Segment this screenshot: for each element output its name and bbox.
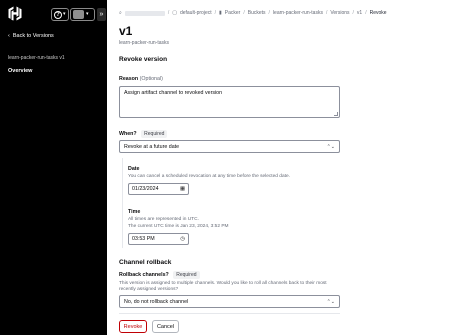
rollback-select[interactable]: No, do not rollback channel ⌃⌄ xyxy=(119,295,340,308)
breadcrumb-item[interactable]: Packer xyxy=(225,10,241,16)
when-select[interactable]: Revoke at a future date ⌃⌄ xyxy=(119,140,340,153)
back-link-label: Back to Versions xyxy=(12,33,54,39)
breadcrumb-org-redacted[interactable] xyxy=(124,10,165,16)
sidebar-toggle-button[interactable]: » xyxy=(97,8,106,21)
when-select-value: Revoke at a future date xyxy=(124,143,180,150)
breadcrumb-item[interactable]: Versions xyxy=(330,10,349,16)
when-label: When? Required xyxy=(119,130,168,138)
optional-tag: (Optional) xyxy=(139,76,163,82)
clock-icon[interactable]: ◷ xyxy=(180,236,185,242)
resize-handle[interactable] xyxy=(334,112,338,116)
time-helper-utc: All times are represented in UTC. xyxy=(128,217,199,222)
revoke-section-title: Revoke version xyxy=(119,56,168,63)
chevron-down-icon: ▾ xyxy=(86,11,89,17)
sidebar-item-overview[interactable]: Overview xyxy=(8,68,32,74)
indent-divider xyxy=(122,158,123,248)
date-helper: You can cancel a scheduled revocation at… xyxy=(128,174,290,179)
rollback-helper-2: recently assigned versions? xyxy=(119,287,179,292)
calendar-icon[interactable]: ▦ xyxy=(180,186,185,192)
sidebar: ? ▾ ▾ » ‹ Back to Versions learn-packer-… xyxy=(0,0,107,335)
date-input[interactable]: 01/23/2024 ▦ xyxy=(128,183,189,195)
folder-icon: ▢ xyxy=(172,10,177,16)
page-title: v1 xyxy=(119,24,133,38)
date-label: Date xyxy=(128,166,140,172)
breadcrumb: ⌕ / ▢ default-project / ▮ Packer / Bucke… xyxy=(119,10,387,16)
revoke-button[interactable]: Revoke xyxy=(119,320,147,333)
back-to-versions-link[interactable]: ‹ Back to Versions xyxy=(8,33,54,39)
packer-icon: ▮ xyxy=(219,10,222,16)
help-icon: ? xyxy=(54,10,62,19)
time-helper-current: The current UTC time is Jan 23, 2024, 3:… xyxy=(128,224,229,229)
chevron-down-icon: ⌃⌄ xyxy=(326,143,335,150)
breadcrumb-item[interactable]: default-project xyxy=(180,10,212,16)
chevron-down-icon: ▾ xyxy=(63,11,66,17)
hashicorp-logo-icon[interactable] xyxy=(8,6,22,21)
breadcrumb-current: Revoke xyxy=(369,10,387,16)
rollback-select-value: No, do not rollback channel xyxy=(124,298,189,305)
org-icon: ⌕ xyxy=(119,10,122,16)
rollback-label: Rollback channels? Required xyxy=(119,271,200,279)
help-menu-button[interactable]: ? ▾ xyxy=(51,8,69,21)
time-value: 03:53 PM xyxy=(132,236,155,242)
divider xyxy=(119,313,340,314)
rollback-section-title: Channel rollback xyxy=(119,259,172,266)
reason-value: Assign artifact channel to revoked versi… xyxy=(124,90,223,96)
date-value: 01/23/2024 xyxy=(132,186,159,192)
main-content: ⌕ / ▢ default-project / ▮ Packer / Bucke… xyxy=(107,0,474,335)
time-input[interactable]: 03:53 PM ◷ xyxy=(128,233,189,245)
org-menu-button[interactable]: ▾ xyxy=(70,8,95,21)
page-subtitle: learn-packer-run-tasks xyxy=(119,40,170,46)
reason-label: Reason (Optional) xyxy=(119,76,163,82)
required-badge: Required xyxy=(173,271,200,279)
required-badge: Required xyxy=(141,130,168,138)
cancel-button[interactable]: Cancel xyxy=(152,320,179,333)
sidebar-context-label: learn-packer-run-tasks v1 xyxy=(8,55,65,61)
avatar xyxy=(73,10,84,19)
chevron-left-icon: ‹ xyxy=(8,33,10,39)
time-label: Time xyxy=(128,209,141,215)
breadcrumb-item[interactable]: Buckets xyxy=(248,10,266,16)
chevron-down-icon: ⌃⌄ xyxy=(326,298,335,305)
reason-textarea[interactable]: Assign artifact channel to revoked versi… xyxy=(119,86,340,118)
breadcrumb-item[interactable]: learn-packer-run-tasks xyxy=(273,10,323,16)
breadcrumb-item[interactable]: v1 xyxy=(357,10,362,16)
